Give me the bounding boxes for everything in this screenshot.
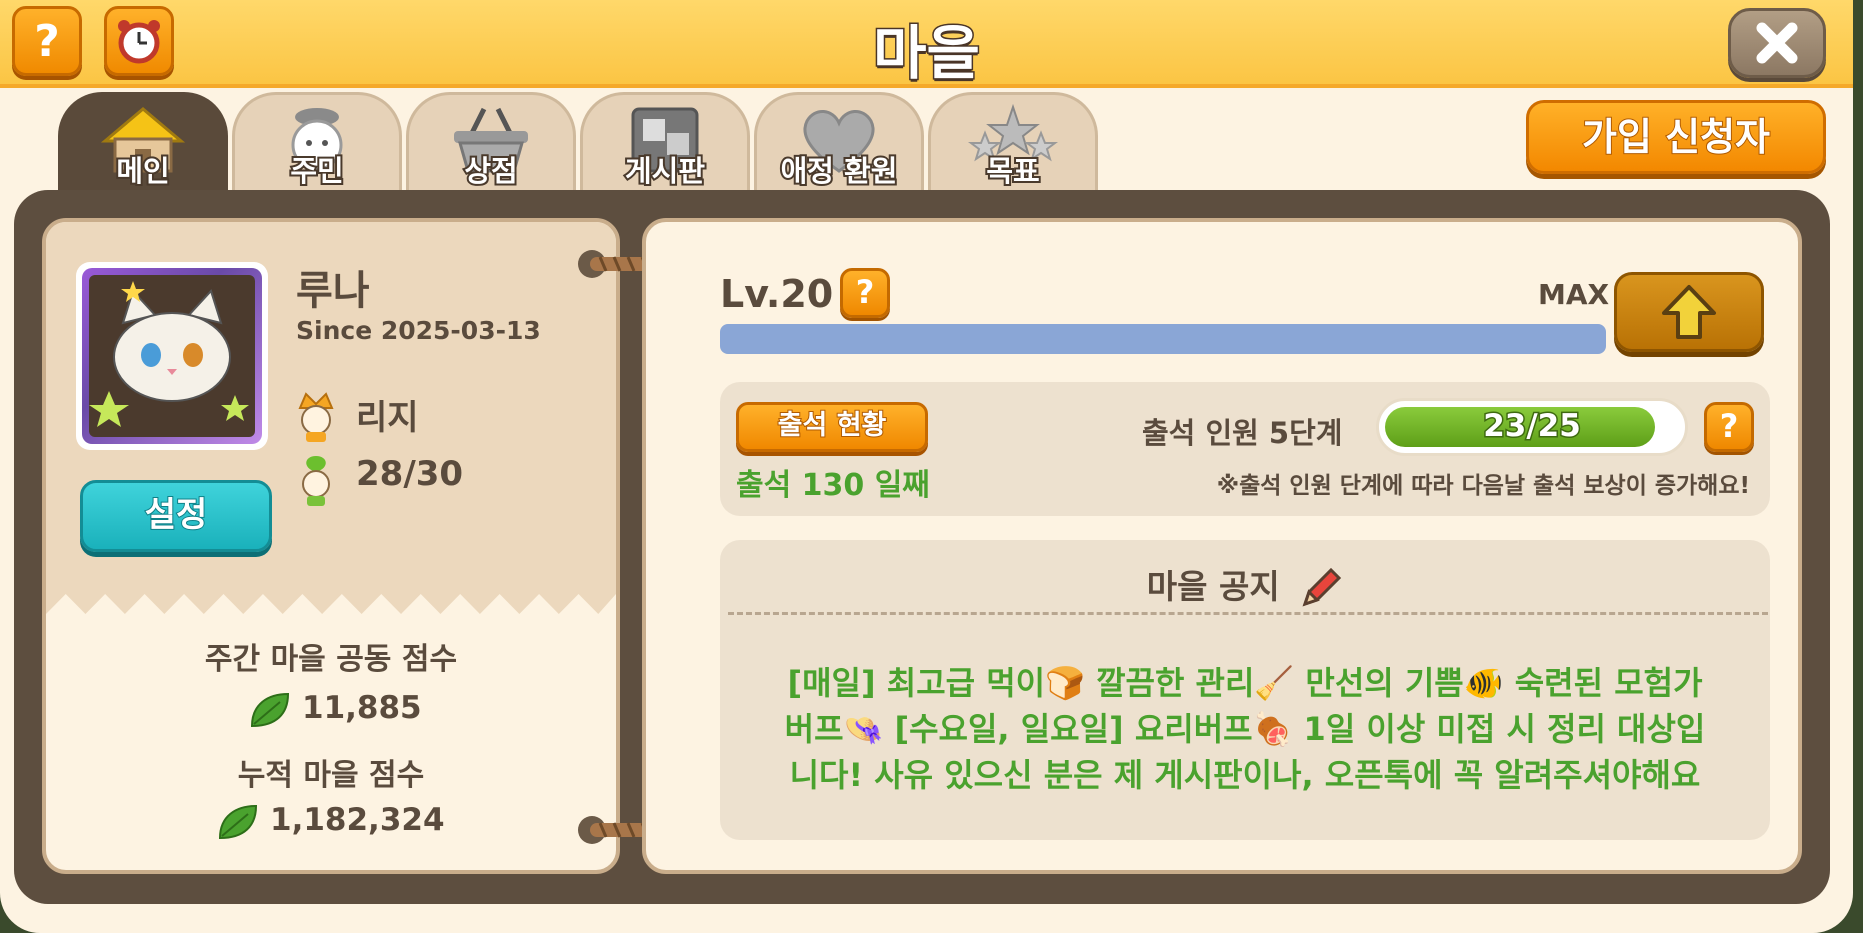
page-title: 마을: [872, 18, 982, 89]
member-sprout-icon: [302, 456, 330, 506]
total-score-value: 1,182,324: [270, 802, 445, 838]
tab-label: 게시판: [623, 152, 707, 190]
tab-goals[interactable]: 목표: [928, 92, 1098, 192]
total-score-label: 누적 마을 점수: [237, 758, 425, 793]
notice-line: 버프👒 [수요일, 일요일] 요리버프🍖 1일 이상 미접 시 정리 대상입: [784, 710, 1706, 748]
notice-line: [매일] 최고급 먹이🍞 깔끔한 관리🧹 만선의 기쁨🐠 숙련된 모험가: [787, 664, 1703, 702]
tab-label: 메인: [114, 152, 171, 190]
settings-button[interactable]: 설정: [80, 480, 272, 552]
founded-date: Since 2025-03-13: [296, 316, 541, 345]
tab-shop[interactable]: 상점: [406, 92, 576, 192]
leader-crown-icon: [298, 392, 334, 442]
leaf-icon: [250, 692, 290, 728]
attendance-tier-label: 출석 인원 5단계: [1142, 416, 1343, 450]
weekly-score-label: 주간 마을 공동 점수: [204, 642, 458, 677]
attendance-help-button[interactable]: ?: [1704, 402, 1754, 452]
close-x-icon: [1756, 22, 1798, 64]
attendance-tier-bar: 23/25: [1376, 398, 1688, 456]
tab-label: 목표: [984, 152, 1041, 190]
attendance-status-button[interactable]: 출석 현황: [736, 402, 928, 452]
attendance-note: ※출석 인원 단계에 따라 다음날 출석 보상이 증가해요!: [1216, 473, 1750, 499]
level-up-button[interactable]: [1614, 272, 1764, 352]
max-label: MAX: [1538, 278, 1610, 311]
notice-title-text: 마을 공지: [1146, 567, 1280, 606]
leader-name: 리지: [356, 398, 419, 438]
village-window: ? 마을 메인 주민 상점 게시판 애정 환원 목표 가입 신청자 루나 Sin…: [0, 0, 1853, 933]
tab-residents[interactable]: 주민: [232, 92, 402, 192]
level-help-button[interactable]: ?: [840, 268, 890, 318]
notice-body: [매일] 최고급 먹이🍞 깔끔한 관리🧹 만선의 기쁨🐠 숙련된 모험가 버프👒…: [740, 660, 1750, 798]
weekly-score-value: 11,885: [302, 690, 422, 726]
tab-affection-return[interactable]: 애정 환원: [754, 92, 924, 192]
notice-line: 니다! 사유 있으신 분은 제 게시판이나, 오픈톡에 꼭 알려주셔야해요: [789, 756, 1701, 794]
level-progress-bar: [720, 324, 1606, 354]
header-bar: ? 마을: [0, 0, 1853, 89]
close-button[interactable]: [1728, 8, 1826, 78]
village-avatar: [76, 262, 268, 450]
village-name: 루나: [296, 268, 370, 314]
pencil-icon: [1302, 567, 1342, 606]
village-level: Lv.20: [720, 272, 834, 316]
attendance-days: 출석 130 일째: [736, 468, 930, 503]
tab-label: 상점: [462, 152, 519, 190]
arrow-up-icon: [1662, 285, 1716, 339]
notice-title: 마을 공지: [720, 560, 1770, 612]
applicants-button[interactable]: 가입 신청자: [1526, 100, 1826, 174]
member-count: 28/30: [356, 454, 464, 494]
tab-label: 주민: [288, 152, 345, 190]
zigzag-divider: [46, 592, 616, 614]
tab-label: 애정 환원: [779, 152, 900, 190]
cat-avatar-icon: [89, 281, 249, 427]
leaf-icon: [218, 804, 258, 840]
attendance-tier-count: 23/25: [1482, 407, 1583, 446]
tab-board[interactable]: 게시판: [580, 92, 750, 192]
notice-divider: [728, 612, 1768, 615]
tab-main[interactable]: 메인: [58, 92, 228, 192]
